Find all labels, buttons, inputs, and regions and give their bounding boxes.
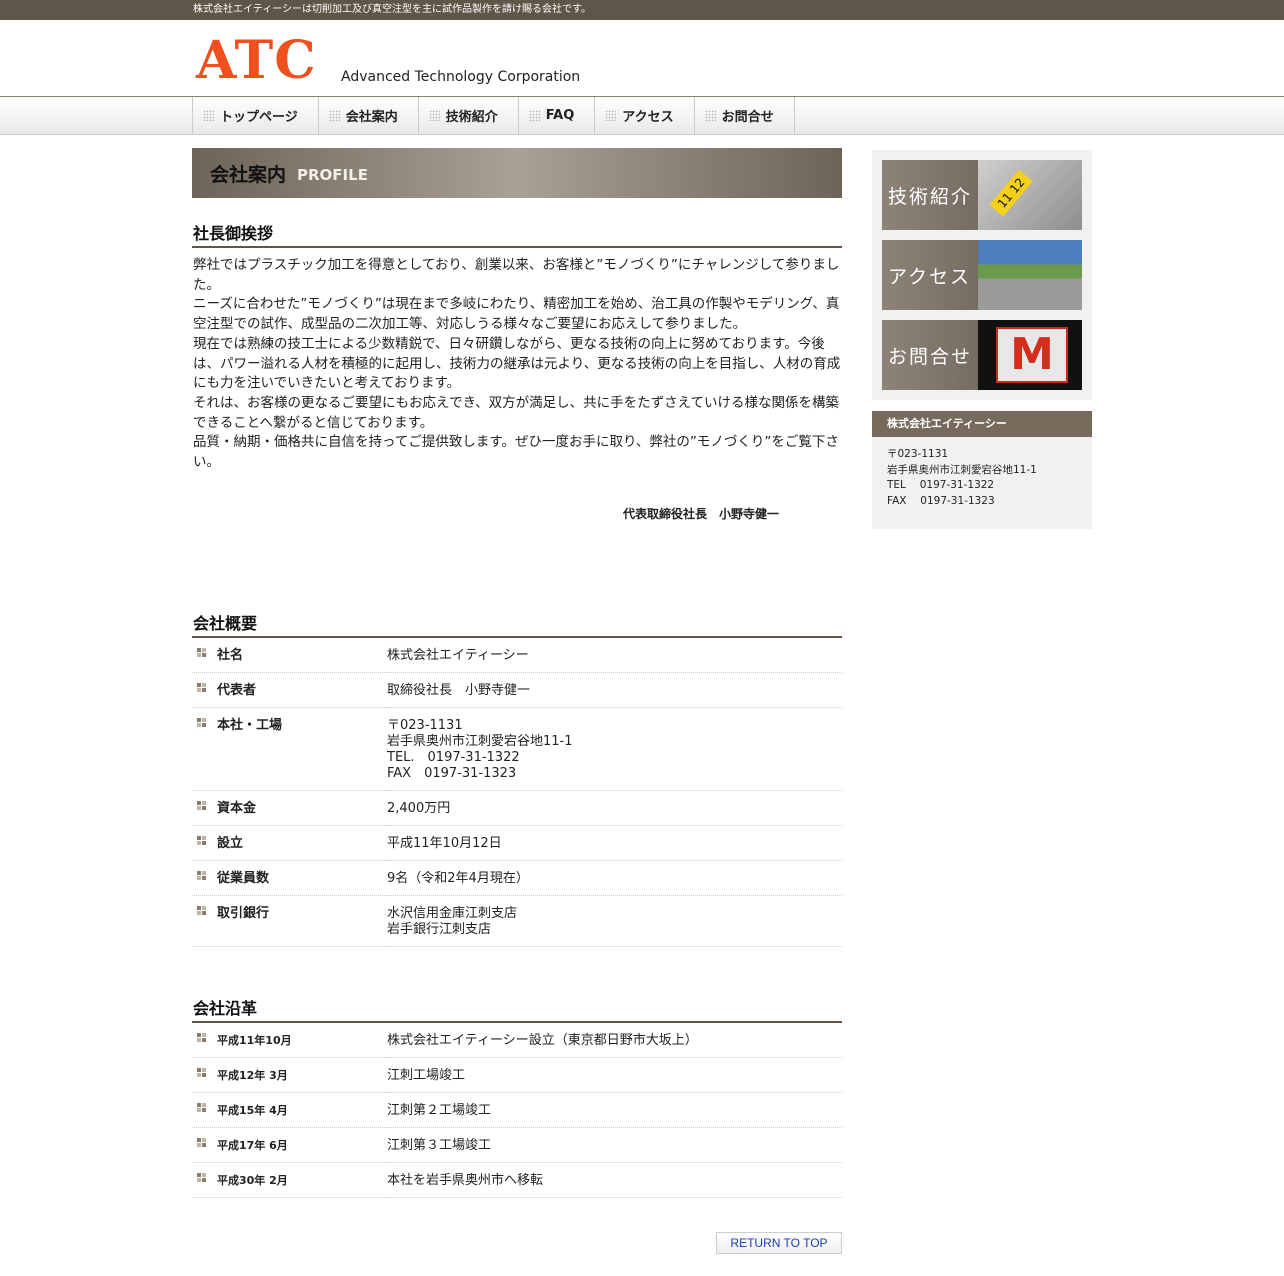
table-row: 資本金 2,400万円	[192, 790, 842, 826]
company-info-line: TEL 0197-31-1322	[887, 479, 995, 491]
banner-access[interactable]: アクセス	[882, 240, 1082, 310]
company-history-table: 平成11年10月 株式会社エイティーシー設立（東京都日野市大坂上） 平成12年 3…	[192, 1022, 842, 1198]
table-row: 設立 平成11年10月12日	[192, 825, 842, 861]
table-cell: 江刺工場竣工	[387, 1057, 842, 1093]
bullet-icon	[197, 1137, 206, 1147]
bullet-icon	[197, 682, 206, 692]
nav-item-label: FAQ	[545, 108, 575, 123]
global-nav: トップページ 会社案内 技術紹介 FAQ アクセス お問合せ	[0, 96, 1284, 135]
outline-heading: 会社概要	[192, 610, 842, 638]
nav-item-label: トップページ	[220, 110, 298, 125]
bullet-icon	[197, 870, 206, 880]
building-photo-icon	[978, 240, 1082, 310]
banner-label: アクセス	[882, 240, 978, 310]
nav-item-technology[interactable]: 技術紹介	[419, 97, 519, 134]
table-cell: 江刺第３工場竣工	[387, 1127, 842, 1163]
bullet-icon	[197, 717, 206, 727]
site-header: ATC Advanced Technology Corporation	[0, 20, 1284, 96]
greeting-heading: 社長御挨拶	[192, 220, 842, 248]
president-signature: 代表取締役社長 小野寺健一	[622, 506, 779, 521]
bullet-icon	[197, 1067, 206, 1077]
table-row: 平成11年10月 株式会社エイティーシー設立（東京都日野市大坂上）	[192, 1022, 842, 1058]
bullet-icon	[197, 835, 206, 845]
bullet-icon	[197, 800, 206, 810]
dots-icon	[203, 110, 214, 121]
dots-icon	[428, 110, 440, 121]
dots-icon	[528, 110, 540, 121]
nav-item-label: アクセス	[622, 110, 674, 125]
table-row: 本社・工場 〒023-1131 岩手県奥州市江刺愛宕谷地11-1 TEL. 019…	[192, 707, 842, 791]
bullet-icon	[197, 1032, 206, 1042]
site-logo[interactable]: ATC	[196, 31, 317, 91]
table-row: 平成12年 3月 江刺工場竣工	[192, 1057, 842, 1093]
dots-icon	[704, 110, 716, 121]
dots-icon	[328, 110, 340, 121]
table-cell: 江刺第２工場竣工	[387, 1092, 842, 1128]
nav-item-label: 技術紹介	[445, 110, 498, 125]
table-cell: 平成11年10月12日	[387, 825, 842, 861]
table-row: 平成30年 2月 本社を岩手県奥州市へ移転	[192, 1162, 842, 1198]
gear-parts-photo-icon	[978, 160, 1082, 230]
table-cell: 水沢信用金庫江刺支店 岩手銀行江刺支店	[387, 895, 842, 947]
table-cell: 本社を岩手県奥州市へ移転	[387, 1162, 842, 1198]
nav-item-top[interactable]: トップページ	[193, 97, 319, 134]
table-row: 社名 株式会社エイティーシー	[192, 637, 842, 673]
sidebar-banners: 技術紹介 アクセス お問合せ	[872, 150, 1092, 400]
company-info-line: FAX 0197-31-1323	[887, 494, 995, 507]
bullet-icon	[197, 1102, 206, 1112]
main-content: 会社案内 PROFILE 社長御挨拶 弊社ではプラスチック加工を得意としており、…	[192, 148, 842, 1254]
nav-item-profile[interactable]: 会社案内	[319, 97, 419, 134]
dots-icon	[605, 110, 617, 121]
page-title: 会社案内	[210, 163, 287, 186]
table-cell: 株式会社エイティーシー設立（東京都日野市大坂上）	[387, 1022, 842, 1058]
page-title-banner: 会社案内 PROFILE	[192, 148, 842, 198]
company-info-body: 〒023-1131 岩手県奥州市江刺愛宕谷地11-1 TEL 0197-31-1…	[872, 437, 1092, 529]
table-cell: 2,400万円	[387, 790, 842, 826]
site-logo-subtitle: Advanced Technology Corporation	[341, 69, 581, 85]
nav-item-label: 会社案内	[345, 110, 398, 125]
nav-item-contact[interactable]: お問合せ	[695, 97, 795, 134]
bullet-icon	[197, 647, 206, 657]
sidebar: 技術紹介 アクセス お問合せ 株式会社エイティーシー 〒023-1131 岩手県…	[872, 150, 1092, 529]
table-cell: 取締役社長 小野寺健一	[387, 672, 842, 708]
nav-item-faq[interactable]: FAQ	[519, 97, 596, 134]
company-outline-table: 社名 株式会社エイティーシー 代表者 取締役社長 小野寺健一 本社・工場 〒023-1…	[192, 637, 842, 947]
company-info-box: 株式会社エイティーシー 〒023-1131 岩手県奥州市江刺愛宕谷地11-1 T…	[872, 411, 1092, 529]
banner-label: 技術紹介	[882, 160, 978, 230]
return-to-top-button[interactable]: RETURN TO TOP	[716, 1232, 842, 1254]
history-heading: 会社沿革	[192, 995, 842, 1023]
table-cell: 9名（令和2年4月現在）	[387, 860, 842, 896]
table-cell: 〒023-1131 岩手県奥州市江刺愛宕谷地11-1 TEL. 0197-31-…	[387, 707, 842, 791]
bullet-icon	[197, 1172, 206, 1182]
table-row: 従業員数 9名（令和2年4月現在）	[192, 860, 842, 896]
banner-label: お問合せ	[882, 320, 978, 390]
banner-contact[interactable]: お問合せ	[882, 320, 1082, 390]
greeting-text: 弊社ではプラスチック加工を得意としており、創業以来、お客様と”モノづくり”にチャ…	[192, 256, 842, 473]
table-row: 平成17年 6月 江刺第３工場竣工	[192, 1127, 842, 1163]
table-cell: 株式会社エイティーシー	[387, 637, 842, 673]
nav-item-access[interactable]: アクセス	[595, 97, 695, 134]
company-info-line: 岩手県奥州市江刺愛宕谷地11-1	[887, 463, 1037, 476]
bullet-icon	[197, 905, 206, 915]
mail-icon	[978, 320, 1082, 390]
top-bar: 株式会社エイティーシーは切削加工及び真空注型を主に試作品製作を請け賜る会社です。	[0, 0, 1284, 20]
table-row: 平成15年 4月 江刺第２工場竣工	[192, 1092, 842, 1128]
table-row: 代表者 取締役社長 小野寺健一	[192, 672, 842, 708]
greeting-paragraph: 弊社ではプラスチック加工を得意としており、創業以来、お客様と”モノづくり”にチャ…	[193, 257, 841, 471]
nav-item-label: お問合せ	[721, 110, 774, 125]
page-title-en: PROFILE	[297, 165, 368, 184]
company-info-title: 株式会社エイティーシー	[872, 411, 1092, 437]
site-tagline: 株式会社エイティーシーは切削加工及び真空注型を主に試作品製作を請け賜る会社です。	[193, 4, 591, 15]
company-info-line: 〒023-1131	[887, 448, 949, 460]
banner-technology[interactable]: 技術紹介	[882, 160, 1082, 230]
table-row: 取引銀行 水沢信用金庫江刺支店 岩手銀行江刺支店	[192, 895, 842, 947]
